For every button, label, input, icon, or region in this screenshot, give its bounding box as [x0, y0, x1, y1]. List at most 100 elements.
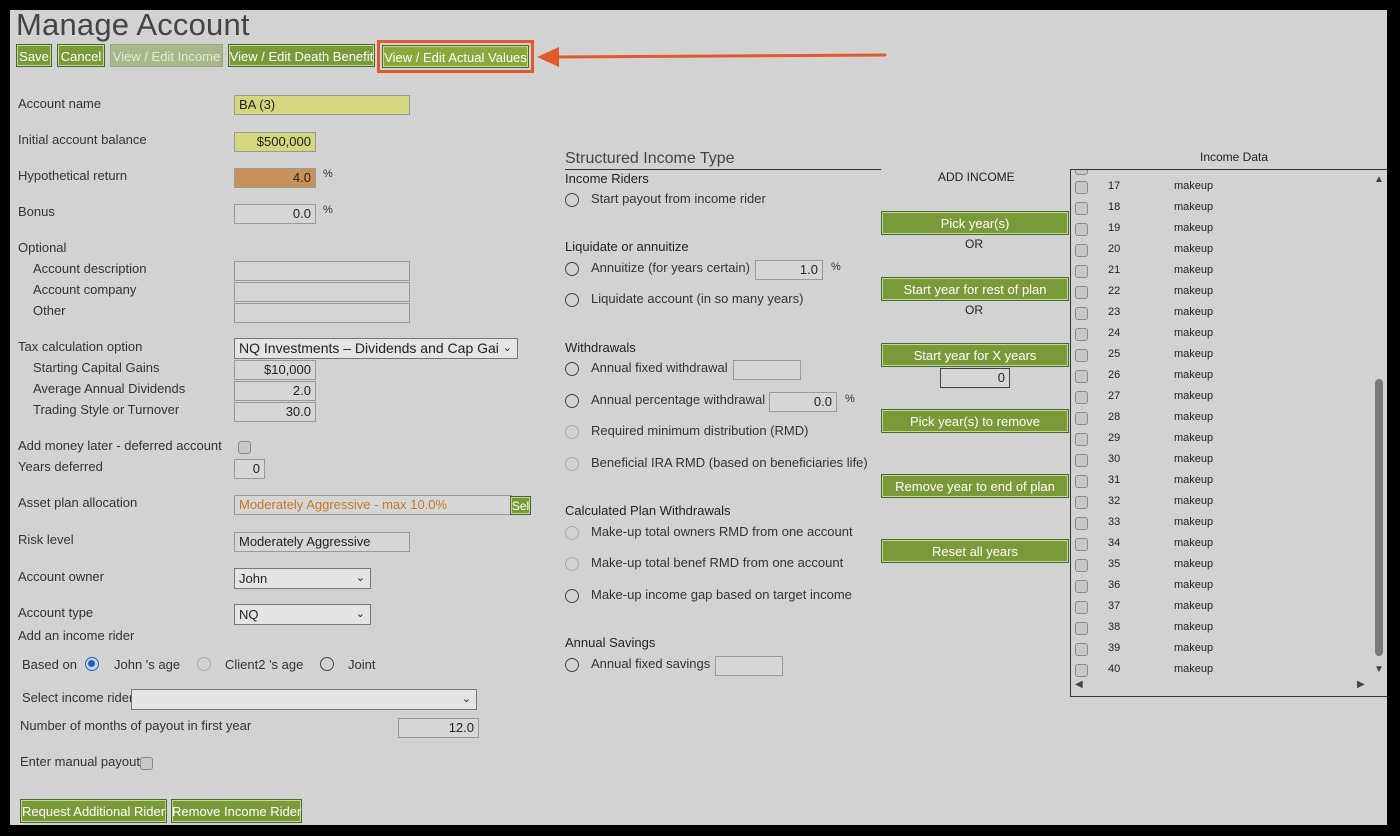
income-data-row[interactable]: 28 makeup [1071, 408, 1371, 429]
row-checkbox[interactable] [1075, 538, 1088, 551]
row-checkbox[interactable] [1075, 328, 1088, 341]
account-company-input[interactable] [234, 282, 410, 302]
scrollbar-thumb[interactable] [1375, 379, 1383, 656]
asset-plan-input[interactable]: Moderately Aggressive - max 10.0% [234, 495, 512, 515]
row-checkbox[interactable] [1075, 370, 1088, 383]
makeup-gap-radio[interactable] [565, 589, 579, 603]
edit-income-button[interactable]: View / Edit Income [110, 44, 223, 67]
beneficial-rmd-radio[interactable] [565, 457, 579, 471]
row-checkbox[interactable] [1075, 601, 1088, 614]
income-data-panel[interactable]: 17 makeup 18 makeup 19 makeup 20 makeup 21 makeup… [1070, 169, 1387, 697]
row-checkbox[interactable] [1075, 517, 1088, 530]
account-description-input[interactable] [234, 261, 410, 281]
bonus-input[interactable]: 0.0 [234, 204, 316, 224]
row-checkbox[interactable] [1075, 496, 1088, 509]
income-data-row[interactable]: 21 makeup [1071, 261, 1371, 282]
row-checkbox[interactable] [1075, 664, 1088, 677]
makeup-owners-radio[interactable] [565, 526, 579, 540]
remove-year-end-button[interactable]: Remove year to end of plan [881, 474, 1069, 498]
start-payout-radio[interactable] [565, 193, 579, 207]
income-data-row[interactable]: 31 makeup [1071, 471, 1371, 492]
x-years-input[interactable]: 0 [940, 368, 1010, 388]
income-data-row[interactable]: 29 makeup [1071, 429, 1371, 450]
start-rest-of-plan-button[interactable]: Start year for rest of plan [881, 277, 1069, 301]
income-data-row[interactable]: 30 makeup [1071, 450, 1371, 471]
income-data-row[interactable]: 34 makeup [1071, 534, 1371, 555]
income-data-row[interactable]: 35 makeup [1071, 555, 1371, 576]
income-data-row[interactable]: 22 makeup [1071, 282, 1371, 303]
row-checkbox[interactable] [1075, 433, 1088, 446]
account-type-select[interactable]: NQ ⌄ [234, 604, 371, 625]
horizontal-scrollbar[interactable]: ◀ ▶ [1071, 678, 1371, 694]
scroll-down-icon[interactable]: ▼ [1374, 664, 1384, 675]
income-data-row[interactable]: 27 makeup [1071, 387, 1371, 408]
save-button[interactable]: Save [16, 44, 52, 67]
based-on-john-radio[interactable] [85, 657, 99, 671]
annuitize-radio[interactable] [565, 262, 579, 276]
row-checkbox[interactable] [1075, 244, 1088, 257]
cancel-button[interactable]: Cancel [57, 44, 105, 67]
row-checkbox[interactable] [1075, 412, 1088, 425]
row-checkbox[interactable] [1075, 181, 1088, 194]
fixed-withdrawal-input[interactable] [733, 360, 801, 380]
start-x-years-button[interactable]: Start year for X years [881, 343, 1069, 367]
row-checkbox[interactable] [1075, 307, 1088, 320]
avg-dividends-input[interactable]: 2.0 [234, 381, 316, 401]
reset-years-button[interactable]: Reset all years [881, 539, 1069, 563]
request-rider-button[interactable]: Request Additional Rider [20, 799, 167, 823]
account-owner-select[interactable]: John ⌄ [234, 568, 371, 589]
hypothetical-return-input[interactable]: 4.0 [234, 168, 316, 188]
pct-withdrawal-input[interactable]: 0.0 [769, 392, 837, 412]
income-data-row[interactable]: 32 makeup [1071, 492, 1371, 513]
add-money-later-checkbox[interactable] [238, 441, 251, 454]
row-checkbox[interactable] [1075, 559, 1088, 572]
row-checkbox[interactable] [1075, 580, 1088, 593]
row-checkbox[interactable] [1075, 286, 1088, 299]
years-deferred-input[interactable]: 0 [234, 459, 265, 479]
manual-payout-checkbox[interactable] [140, 757, 153, 770]
fixed-savings-input[interactable] [715, 656, 783, 676]
tax-option-select[interactable]: NQ Investments – Dividends and Cap Gai ⌄ [234, 338, 518, 359]
starting-cap-gains-input[interactable]: $10,000 [234, 360, 316, 380]
select-rider-select[interactable]: ⌄ [131, 689, 477, 710]
other-input[interactable] [234, 303, 410, 323]
row-checkbox[interactable] [1075, 265, 1088, 278]
annuitize-input[interactable]: 1.0 [755, 260, 823, 280]
initial-balance-input[interactable]: $500,000 [234, 132, 316, 152]
fixed-savings-radio[interactable] [565, 658, 579, 672]
row-checkbox[interactable] [1075, 202, 1088, 215]
remove-rider-button[interactable]: Remove Income Rider [171, 799, 302, 823]
pick-years-button[interactable]: Pick year(s) [881, 211, 1069, 235]
income-data-row[interactable]: 33 makeup [1071, 513, 1371, 534]
row-checkbox[interactable] [1075, 223, 1088, 236]
rmd-radio[interactable] [565, 425, 579, 439]
fixed-withdrawal-radio[interactable] [565, 362, 579, 376]
risk-level-input[interactable]: Moderately Aggressive [234, 532, 410, 552]
scroll-left-icon[interactable]: ◀ [1075, 679, 1083, 690]
edit-death-benefit-button[interactable]: View / Edit Death Benefit [228, 44, 375, 67]
trading-style-input[interactable]: 30.0 [234, 402, 316, 422]
income-data-row[interactable]: 18 makeup [1071, 198, 1371, 219]
row-checkbox[interactable] [1075, 622, 1088, 635]
income-data-row[interactable]: 25 makeup [1071, 345, 1371, 366]
income-data-row[interactable]: 36 makeup [1071, 576, 1371, 597]
income-data-row[interactable]: 20 makeup [1071, 240, 1371, 261]
scroll-up-icon[interactable]: ▲ [1374, 174, 1384, 185]
pick-years-remove-button[interactable]: Pick year(s) to remove [881, 409, 1069, 433]
income-data-row[interactable]: 38 makeup [1071, 618, 1371, 639]
row-checkbox[interactable] [1075, 349, 1088, 362]
row-checkbox[interactable] [1075, 475, 1088, 488]
income-data-row[interactable]: 26 makeup [1071, 366, 1371, 387]
asset-plan-select-button[interactable]: Sel [510, 496, 531, 515]
makeup-benef-radio[interactable] [565, 557, 579, 571]
account-name-input[interactable]: BA (3) [234, 95, 410, 115]
income-data-row[interactable]: 37 makeup [1071, 597, 1371, 618]
income-data-row[interactable]: 17 makeup [1071, 177, 1371, 198]
row-checkbox[interactable] [1075, 454, 1088, 467]
vertical-scrollbar[interactable]: ▲ ▼ [1371, 170, 1387, 678]
pct-withdrawal-radio[interactable] [565, 394, 579, 408]
row-checkbox[interactable] [1075, 643, 1088, 656]
based-on-client2-radio[interactable] [197, 657, 211, 671]
liquidate-radio[interactable] [565, 293, 579, 307]
row-checkbox[interactable] [1075, 391, 1088, 404]
